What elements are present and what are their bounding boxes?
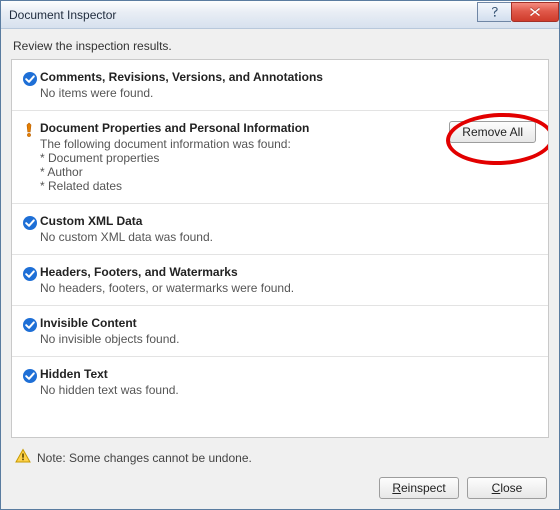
help-icon (490, 6, 500, 18)
section-title: Headers, Footers, and Watermarks (40, 265, 536, 279)
section-desc: The following document information was f… (40, 137, 441, 151)
close-button[interactable]: Close (467, 477, 547, 499)
section-actions: Remove All (441, 121, 536, 193)
section-line: * Related dates (40, 179, 441, 193)
section-title: Invisible Content (40, 316, 536, 330)
title-bar: Document Inspector (1, 1, 559, 29)
section-body: Invisible Content No invisible objects f… (40, 316, 536, 346)
section-title: Custom XML Data (40, 214, 536, 228)
alert-icon (22, 121, 40, 193)
section-headers: Headers, Footers, and Watermarks No head… (12, 255, 548, 306)
check-icon (22, 70, 40, 100)
section-body: Comments, Revisions, Versions, and Annot… (40, 70, 536, 100)
instruction-text: Review the inspection results. (13, 39, 549, 53)
window-title: Document Inspector (9, 8, 477, 22)
window-controls (477, 2, 559, 22)
footer-note-text: Note: Some changes cannot be undone. (37, 451, 252, 465)
section-title: Document Properties and Personal Informa… (40, 121, 441, 135)
section-desc: No headers, footers, or watermarks were … (40, 281, 536, 295)
client-area: Review the inspection results. Comments,… (1, 29, 559, 509)
section-invisible: Invisible Content No invisible objects f… (12, 306, 548, 357)
section-body: Hidden Text No hidden text was found. (40, 367, 536, 397)
section-hiddentext: Hidden Text No hidden text was found. (12, 357, 548, 407)
section-line: * Author (40, 165, 441, 179)
section-body: Headers, Footers, and Watermarks No head… (40, 265, 536, 295)
help-button[interactable] (477, 2, 511, 22)
remove-all-button[interactable]: Remove All (449, 121, 536, 143)
section-desc: No invisible objects found. (40, 332, 536, 346)
section-docprops: Document Properties and Personal Informa… (12, 111, 548, 204)
section-body: Custom XML Data No custom XML data was f… (40, 214, 536, 244)
section-customxml: Custom XML Data No custom XML data was f… (12, 204, 548, 255)
check-icon (22, 265, 40, 295)
section-title: Comments, Revisions, Versions, and Annot… (40, 70, 536, 84)
section-desc: No items were found. (40, 86, 536, 100)
results-panel: Comments, Revisions, Versions, and Annot… (11, 59, 549, 438)
section-body: Document Properties and Personal Informa… (40, 121, 441, 193)
footer-buttons: Reinspect Close (11, 471, 549, 499)
footer-note: Note: Some changes cannot be undone. (11, 438, 549, 471)
check-icon (22, 367, 40, 397)
reinspect-button[interactable]: Reinspect (379, 477, 459, 499)
check-icon (22, 214, 40, 244)
section-desc: No custom XML data was found. (40, 230, 536, 244)
close-icon (529, 7, 541, 17)
section-title: Hidden Text (40, 367, 536, 381)
window-close-button[interactable] (511, 2, 559, 22)
section-desc: No hidden text was found. (40, 383, 536, 397)
section-line: * Document properties (40, 151, 441, 165)
check-icon (22, 316, 40, 346)
dialog-window: Document Inspector Review the inspection… (0, 0, 560, 510)
warning-icon (15, 448, 31, 467)
section-comments: Comments, Revisions, Versions, and Annot… (12, 60, 548, 111)
